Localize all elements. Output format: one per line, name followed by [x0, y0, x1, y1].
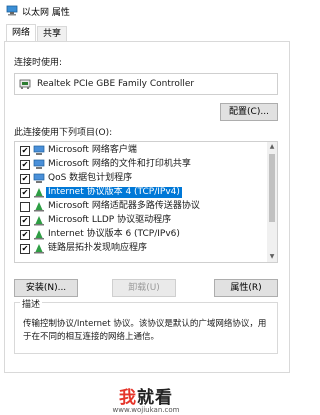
- watermark-logo: 我就看: [119, 388, 173, 408]
- checkbox[interactable]: ✔: [20, 160, 30, 170]
- properties-button[interactable]: 属性(R): [214, 279, 278, 297]
- protocol-icon: [34, 188, 44, 198]
- install-button[interactable]: 安装(N)...: [14, 279, 78, 297]
- checkbox[interactable]: ✔: [20, 146, 30, 156]
- list-item-label: 链路层拓扑发现响应程序: [48, 243, 148, 253]
- items-label: 此连接使用下列项目(O):: [14, 128, 113, 138]
- network-client-icon: [33, 145, 45, 155]
- checkbox[interactable]: ✔: [20, 188, 30, 198]
- protocol-icon: [34, 202, 44, 212]
- list-item-label: QoS 数据包计划程序: [48, 173, 133, 183]
- list-item[interactable]: ✔ 链路层拓扑发现响应程序: [15, 242, 265, 255]
- list-scrollbar[interactable]: ▲ ▼: [267, 142, 277, 262]
- components-list[interactable]: ✔ Microsoft 网络客户端 ✔ Microsoft 网络的文件和打印机共…: [14, 141, 278, 263]
- configure-button[interactable]: 配置(C)...: [220, 103, 278, 121]
- scroll-down-arrow-icon[interactable]: ▼: [267, 252, 277, 262]
- checkbox[interactable]: ✔: [20, 216, 30, 226]
- tab-network[interactable]: 网络: [6, 24, 37, 42]
- list-item-label: Microsoft 网络适配器多路传送器协议: [48, 201, 200, 211]
- list-item[interactable]: ✔ Microsoft 网络客户端: [15, 144, 265, 157]
- protocol-icon: [34, 244, 44, 254]
- connect-using-label: 连接时使用:: [14, 58, 63, 68]
- list-item-label: Microsoft 网络客户端: [48, 145, 137, 155]
- file-printer-sharing-icon: [33, 159, 45, 169]
- uninstall-button[interactable]: 卸载(U): [112, 279, 176, 297]
- list-item[interactable]: ✔ QoS 数据包计划程序: [15, 172, 265, 185]
- list-item[interactable]: ✔ Microsoft 网络的文件和打印机共享: [15, 158, 265, 171]
- list-item-label: Internet 协议版本 4 (TCP/IPv4): [46, 187, 182, 198]
- watermark-url: www.wojiukan.com: [112, 406, 180, 414]
- description-title: 描述: [20, 297, 43, 310]
- list-item[interactable]: ✔ Internet 协议版本 6 (TCP/IPv6): [15, 228, 265, 241]
- protocol-icon: [34, 230, 44, 240]
- watermark: 我就看 www.wojiukan.com: [0, 383, 292, 415]
- description-text: 传输控制协议/Internet 协议。该协议是默认的广域网络协议，用于在不同的相…: [23, 319, 267, 342]
- qos-icon: [33, 173, 45, 183]
- scroll-thumb[interactable]: [269, 154, 275, 222]
- protocol-icon: [34, 216, 44, 226]
- list-item-label: Microsoft 网络的文件和打印机共享: [48, 159, 191, 169]
- tab-bar: 网络 共享: [0, 24, 292, 42]
- adapter-field: Realtek PCIe GBE Family Controller: [14, 73, 278, 95]
- list-item[interactable]: ✔ Internet 协议版本 4 (TCP/IPv4): [15, 186, 265, 199]
- checkbox[interactable]: ✔: [20, 244, 30, 254]
- checkbox[interactable]: ✔: [20, 174, 30, 184]
- checkbox[interactable]: ✔: [20, 230, 30, 240]
- adapter-name: Realtek PCIe GBE Family Controller: [37, 79, 195, 89]
- list-item[interactable]: ✔ Microsoft LLDP 协议驱动程序: [15, 214, 265, 227]
- list-item-label: Internet 协议版本 6 (TCP/IPv6): [48, 229, 180, 239]
- tab-sharing[interactable]: 共享: [37, 26, 68, 41]
- list-item-label: Microsoft LLDP 协议驱动程序: [48, 215, 172, 225]
- title-bar: 以太网 属性: [0, 0, 292, 22]
- network-card-icon: [19, 79, 31, 89]
- scroll-up-arrow-icon[interactable]: ▲: [267, 142, 277, 152]
- window-title: 以太网 属性: [22, 8, 70, 18]
- checkbox[interactable]: [20, 202, 30, 212]
- network-adapter-icon: [6, 5, 18, 16]
- list-item[interactable]: Microsoft 网络适配器多路传送器协议: [15, 200, 265, 213]
- description-group: 传输控制协议/Internet 协议。该协议是默认的广域网络协议，用于在不同的相…: [14, 302, 278, 354]
